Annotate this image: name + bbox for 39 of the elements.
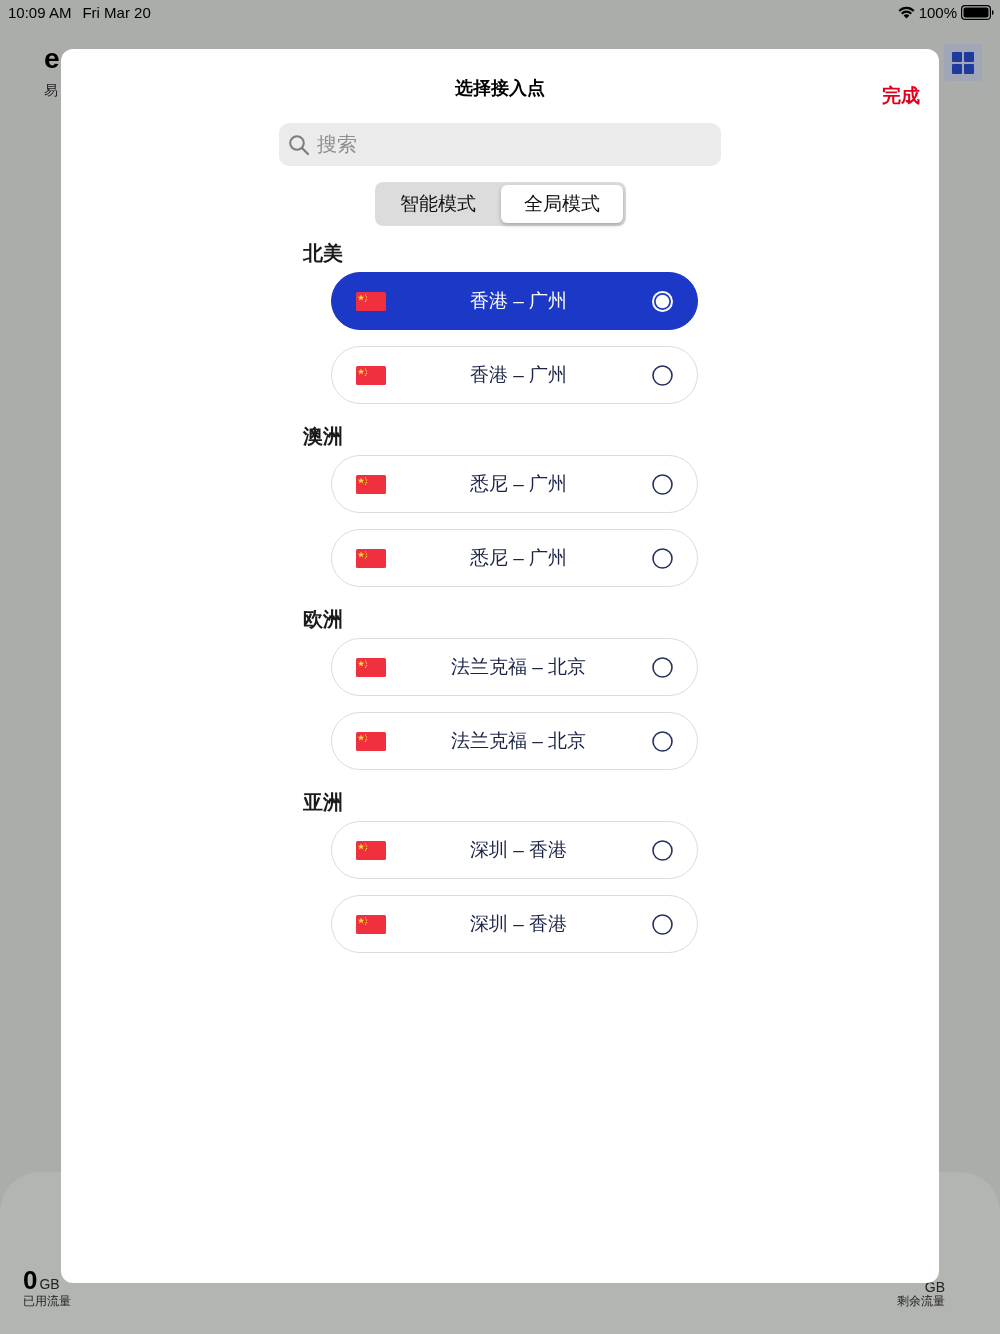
server-option[interactable]: 法兰克福 – 北京 xyxy=(330,712,698,770)
server-option[interactable]: 香港 – 广州 xyxy=(330,272,698,330)
status-date: Fri Mar 20 xyxy=(82,3,151,21)
server-option[interactable]: 悉尼 – 广州 xyxy=(330,529,698,587)
server-option[interactable]: 香港 – 广州 xyxy=(330,346,698,404)
usage-label: 剩余流量 xyxy=(897,1294,945,1308)
battery-percent: 100% xyxy=(918,3,957,21)
region-heading: 北美 xyxy=(302,241,343,266)
flag-icon xyxy=(355,291,386,311)
usage-unit: GB xyxy=(39,1276,60,1292)
brand-subtitle: 易 xyxy=(44,82,58,98)
flag-icon xyxy=(355,840,386,860)
usage-value: 0 xyxy=(23,1267,38,1293)
search-icon xyxy=(289,135,309,155)
usage-unit: GB xyxy=(924,1281,945,1293)
region-heading: 澳洲 xyxy=(302,424,343,449)
region-heading: 亚洲 xyxy=(302,790,343,815)
server-option[interactable]: 悉尼 – 广州 xyxy=(330,455,698,513)
wifi-icon xyxy=(897,5,915,19)
brand-logo-text: e xyxy=(44,44,60,74)
battery-icon xyxy=(961,4,994,20)
flag-icon xyxy=(355,365,386,385)
sheet-title: 选择接入点 xyxy=(455,77,545,100)
flag-icon xyxy=(355,657,386,677)
flag-icon xyxy=(355,731,386,751)
flag-icon xyxy=(355,914,386,934)
flag-icon xyxy=(355,474,386,494)
flag-icon xyxy=(355,548,386,568)
server-option[interactable]: 法兰克福 – 北京 xyxy=(330,638,698,696)
search-field[interactable]: 搜索 xyxy=(279,123,721,166)
region-heading: 欧洲 xyxy=(302,607,343,632)
mode-tab[interactable]: 全局模式 xyxy=(501,185,623,223)
done-button[interactable]: 完成 xyxy=(882,84,920,108)
status-time: 10:09 AM xyxy=(8,3,72,21)
usage-label: 已用流量 xyxy=(23,1294,71,1308)
grid-icon[interactable] xyxy=(944,44,982,81)
mode-tab[interactable]: 智能模式 xyxy=(377,185,499,223)
server-option[interactable]: 深圳 – 香港 xyxy=(330,895,698,953)
server-option[interactable]: 深圳 – 香港 xyxy=(330,821,698,879)
